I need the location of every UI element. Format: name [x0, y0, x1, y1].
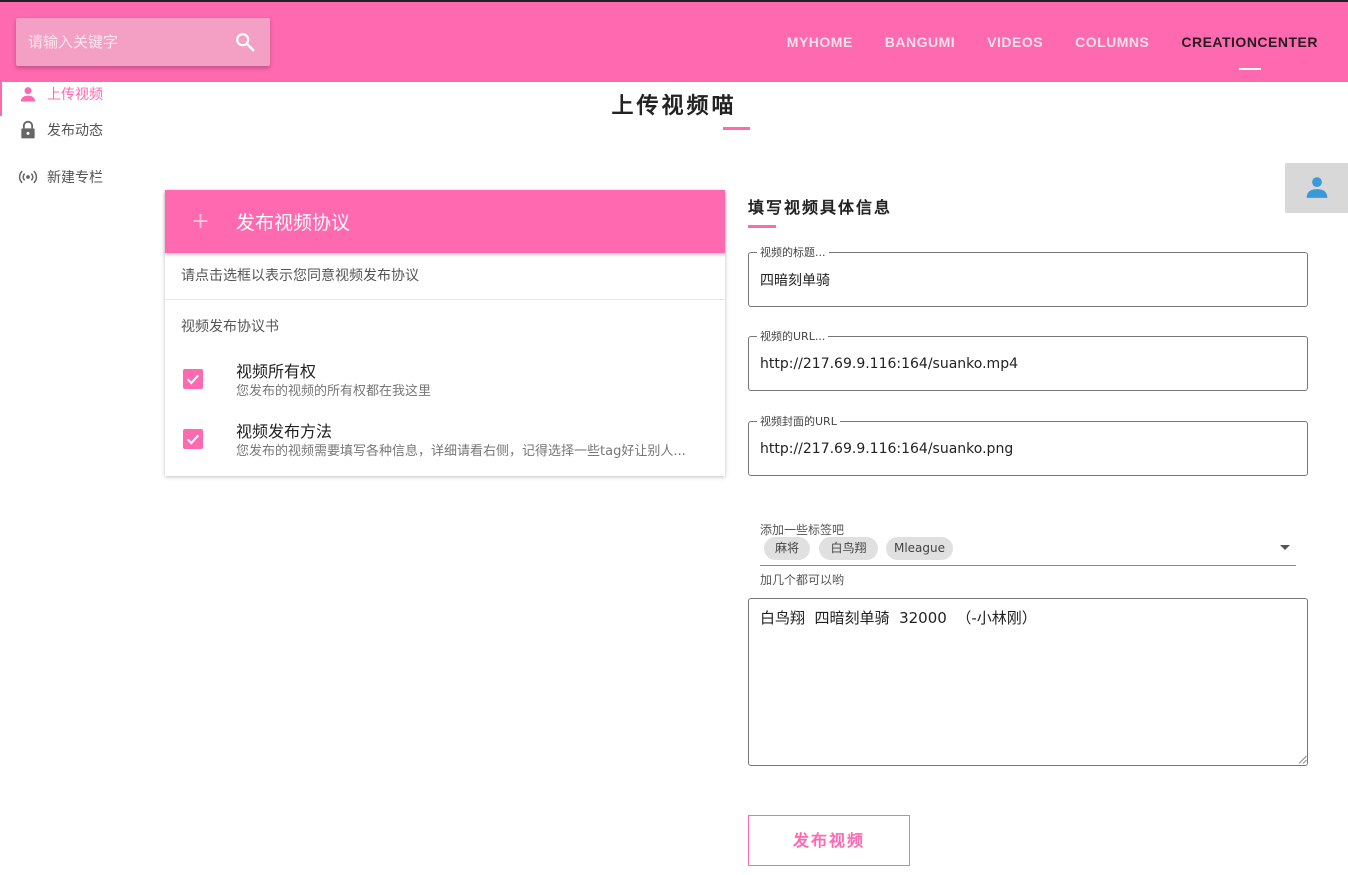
- tags-select[interactable]: 麻将 白鸟翔 Mleague: [760, 536, 1296, 566]
- video-url-label: 视频的URL...: [757, 328, 829, 344]
- agreement-title: 发布视频协议: [236, 212, 351, 234]
- nav-myhome[interactable]: MYHOME: [787, 34, 853, 50]
- tag-chip[interactable]: Mleague: [886, 537, 953, 560]
- nav-creationcenter[interactable]: CREATIONCENTER: [1181, 34, 1318, 70]
- dropdown-arrow-icon[interactable]: [1280, 545, 1290, 550]
- agreement-hint: 请点击选框以表示您同意视频发布协议: [165, 253, 725, 300]
- ownership-checkbox[interactable]: [183, 369, 203, 389]
- cover-url-input[interactable]: [760, 436, 1290, 462]
- page-title: 上传视频喵: [611, 93, 737, 119]
- form-title: 填写视频具体信息: [748, 198, 893, 217]
- nav-videos[interactable]: VIDEOS: [987, 34, 1043, 50]
- search-box: [16, 18, 270, 66]
- check-icon: [186, 434, 200, 445]
- video-title-input[interactable]: [760, 267, 1290, 293]
- plus-icon[interactable]: +: [165, 209, 236, 234]
- lock-icon: [21, 120, 35, 138]
- agreement-item-ownership[interactable]: 视频所有权 您发布的视频的所有权都在我这里: [165, 352, 725, 412]
- search-input[interactable]: [28, 18, 228, 66]
- main-nav: MYHOME BANGUMI VIDEOS COLUMNS CREATIONCE…: [755, 2, 1318, 82]
- nav-bangumi[interactable]: BANGUMI: [885, 34, 955, 50]
- tag-chip[interactable]: 白鸟翔: [819, 537, 878, 560]
- agreement-card-header: + 发布视频协议: [165, 190, 725, 253]
- video-title-field: 视频的标题...: [748, 244, 1308, 307]
- user-float-button[interactable]: [1285, 163, 1348, 213]
- top-app-bar: MYHOME BANGUMI VIDEOS COLUMNS CREATIONCE…: [0, 0, 1348, 82]
- agreement-subheader: 视频发布协议书: [181, 319, 279, 335]
- agreement-card: + 发布视频协议 请点击选框以表示您同意视频发布协议 视频发布协议书 视频所有权…: [165, 190, 725, 476]
- sidebar-item-new-column[interactable]: 新建专栏: [0, 153, 150, 200]
- nav-columns[interactable]: COLUMNS: [1075, 34, 1149, 50]
- agreement-item-title: 视频发布方法: [236, 422, 333, 441]
- cover-url-label: 视频封面的URL: [757, 413, 840, 429]
- search-icon[interactable]: [234, 31, 256, 53]
- agreement-item-title: 视频所有权: [236, 362, 317, 381]
- sidebar-item-label: 发布动态: [47, 122, 103, 139]
- method-checkbox[interactable]: [183, 429, 203, 449]
- title-underline: [723, 127, 750, 130]
- form-title-underline: [748, 225, 776, 228]
- tags-hint: 加几个都可以哟: [760, 573, 845, 587]
- broadcast-icon: [18, 170, 38, 183]
- video-title-label: 视频的标题...: [757, 244, 829, 260]
- resize-grip-icon[interactable]: [1298, 755, 1307, 764]
- publish-video-button[interactable]: 发布视频: [748, 815, 910, 866]
- description-textarea[interactable]: 白鸟翔 四暗刻单骑 32000 （-小林刚）: [748, 598, 1308, 766]
- cover-url-field: 视频封面的URL: [748, 413, 1308, 476]
- user-icon: [1306, 177, 1328, 198]
- agreement-item-desc: 您发布的视频需要填写各种信息，详细请看右侧，记得选择一些tag好让别人...: [236, 444, 686, 459]
- video-url-input[interactable]: [760, 351, 1290, 377]
- check-icon: [186, 374, 200, 385]
- tag-chip[interactable]: 麻将: [764, 537, 810, 560]
- sidebar-item-label: 新建专栏: [47, 169, 103, 186]
- video-url-field: 视频的URL...: [748, 328, 1308, 391]
- agreement-item-method[interactable]: 视频发布方法 您发布的视频需要填写各种信息，详细请看右侧，记得选择一些tag好让…: [165, 412, 725, 472]
- agreement-item-desc: 您发布的视频的所有权都在我这里: [236, 384, 432, 399]
